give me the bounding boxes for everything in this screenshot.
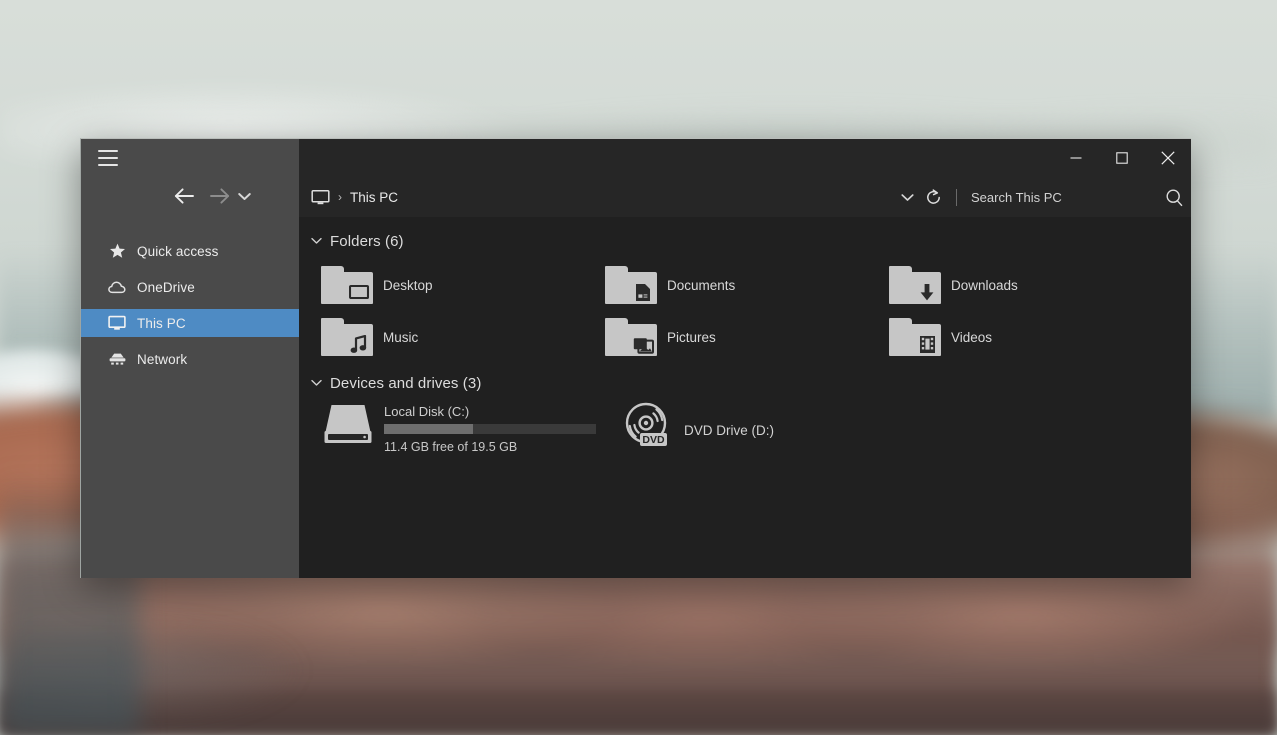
folder-label: Documents	[667, 277, 736, 293]
folder-label: Videos	[951, 329, 993, 345]
folder-pictures-icon	[605, 318, 657, 356]
hard-disk-icon	[321, 401, 375, 447]
folder-videos-icon	[889, 318, 941, 356]
folder-downloads-icon	[889, 266, 941, 304]
cloud-icon	[107, 278, 127, 296]
maximize-button[interactable]	[1099, 139, 1145, 177]
breadcrumb-current[interactable]: This PC	[350, 190, 398, 205]
sidebar-item-label: OneDrive	[137, 279, 195, 295]
address-bar-actions: Search This PC	[894, 177, 1191, 217]
search-input[interactable]: Search This PC	[971, 177, 1191, 217]
search-placeholder: Search This PC	[971, 189, 1062, 205]
star-icon	[107, 242, 127, 260]
sidebar-item-network[interactable]: Network	[81, 345, 299, 373]
chevron-down-icon[interactable]	[310, 379, 322, 387]
hamburger-menu-icon[interactable]	[98, 150, 118, 166]
sidebar-item-this-pc[interactable]: This PC	[81, 309, 299, 337]
file-list-area: Folders (6) Desktop Documents Downloads …	[299, 217, 1191, 578]
search-magnifier-icon[interactable]	[1157, 188, 1191, 207]
recent-locations-chevron-icon[interactable]	[233, 181, 255, 211]
sidebar-item-label: Network	[137, 351, 188, 367]
drive-name: DVD Drive (D:)	[684, 422, 774, 438]
refresh-icon[interactable]	[920, 177, 946, 217]
drive-grid: Local Disk (C:) 11.4 GB free of 19.5 GB	[299, 401, 1191, 457]
close-button[interactable]	[1145, 139, 1191, 177]
hamburger-line	[98, 150, 118, 152]
sidebar-item-label: This PC	[137, 315, 186, 331]
dvd-drive-icon: DVD	[621, 401, 675, 447]
folder-grid: Desktop Documents Downloads Music Pictur…	[299, 259, 1191, 363]
folder-item-music[interactable]: Music	[321, 311, 605, 363]
section-title: Devices and drives (3)	[330, 374, 482, 392]
window-controls	[1053, 139, 1191, 177]
folder-label: Pictures	[667, 329, 716, 345]
folder-desktop-icon	[321, 266, 373, 304]
address-bar[interactable]: › This PC Search This PC	[299, 177, 1191, 217]
title-bar	[299, 139, 1191, 177]
folder-item-pictures[interactable]: Pictures	[605, 311, 889, 363]
file-explorer-window: Quick access OneDrive This PC Network › …	[80, 138, 1191, 578]
dvd-badge-text: DVD	[642, 434, 665, 446]
drive-details: Local Disk (C:) 11.4 GB free of 19.5 GB	[384, 401, 596, 454]
drive-item-local-disk-c[interactable]: Local Disk (C:) 11.4 GB free of 19.5 GB	[321, 401, 621, 457]
folder-label: Music	[383, 329, 419, 345]
folder-label: Downloads	[951, 277, 1018, 293]
folder-item-desktop[interactable]: Desktop	[321, 259, 605, 311]
monitor-icon	[107, 314, 127, 332]
sidebar-item-quick-access[interactable]: Quick access	[81, 237, 299, 265]
hamburger-line	[98, 164, 118, 166]
navigation-tree: Quick access OneDrive This PC Network	[81, 237, 299, 381]
capacity-bar-fill	[384, 424, 474, 434]
network-icon	[107, 350, 127, 368]
folder-documents-icon	[605, 266, 657, 304]
folder-label: Desktop	[383, 277, 433, 293]
capacity-bar-track	[384, 424, 596, 434]
breadcrumb[interactable]: › This PC	[299, 188, 398, 206]
back-arrow-icon[interactable]	[169, 181, 199, 211]
breadcrumb-separator: ›	[338, 190, 342, 204]
folder-item-videos[interactable]: Videos	[889, 311, 1173, 363]
hamburger-line	[98, 157, 118, 159]
drive-name: Local Disk (C:)	[384, 404, 470, 419]
section-title: Folders (6)	[330, 232, 404, 250]
section-header-folders[interactable]: Folders (6)	[299, 229, 1191, 253]
navigation-buttons	[81, 181, 299, 215]
minimize-button[interactable]	[1053, 139, 1099, 177]
sidebar-item-label: Quick access	[137, 243, 219, 259]
section-header-devices[interactable]: Devices and drives (3)	[299, 371, 1191, 395]
navigation-pane: Quick access OneDrive This PC Network	[81, 139, 299, 578]
forward-arrow-icon[interactable]	[204, 181, 234, 211]
this-pc-monitor-icon	[310, 188, 330, 206]
drive-free-space: 11.4 GB free of 19.5 GB	[384, 440, 518, 454]
folder-item-downloads[interactable]: Downloads	[889, 259, 1173, 311]
drive-item-dvd-drive-d[interactable]: DVD DVD Drive (D:)	[621, 401, 774, 457]
window-content: › This PC Search This PC Folders (6) Des…	[299, 139, 1191, 578]
chevron-down-icon[interactable]	[894, 177, 920, 217]
chevron-down-icon[interactable]	[310, 237, 322, 245]
toolbar-divider	[956, 188, 957, 206]
folder-music-icon	[321, 318, 373, 356]
sidebar-item-onedrive[interactable]: OneDrive	[81, 273, 299, 301]
folder-item-documents[interactable]: Documents	[605, 259, 889, 311]
